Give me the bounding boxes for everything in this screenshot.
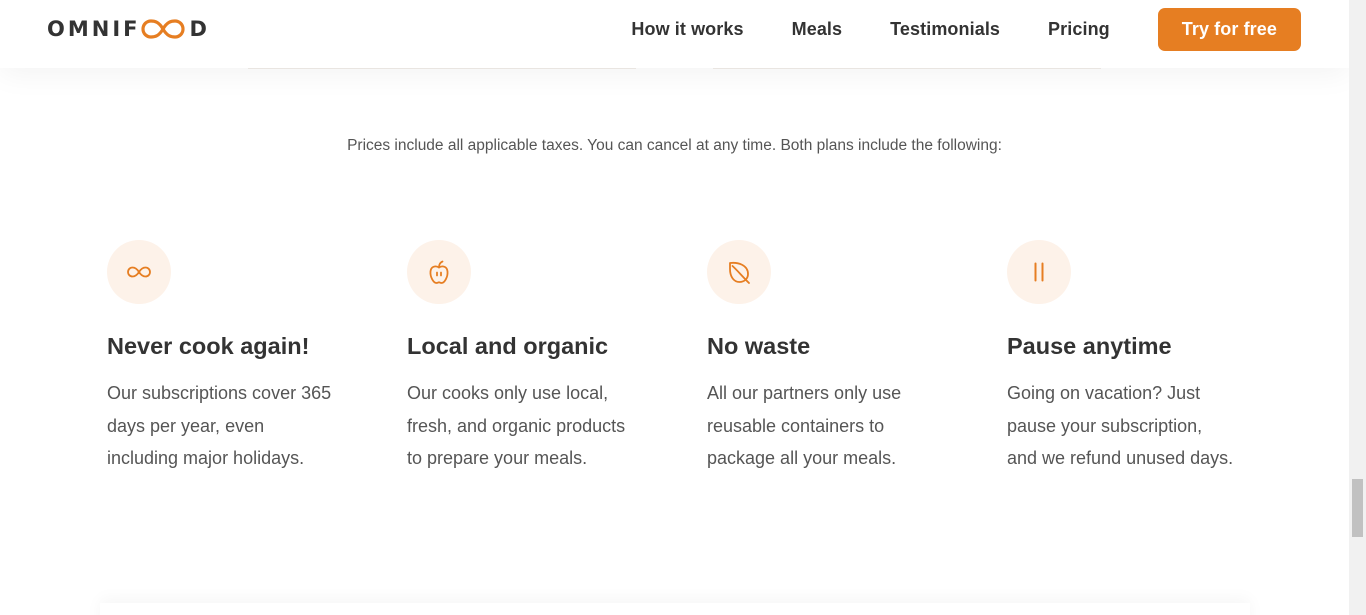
feature-never-cook: Never cook again! Our subscriptions cove…: [107, 240, 367, 475]
omnifood-logo[interactable]: OMNIF D: [47, 16, 210, 42]
feature-description-line: reusable containers to: [707, 415, 885, 436]
feature-icon-badge: [707, 240, 771, 304]
apple-icon: [429, 260, 449, 284]
feature-title: Pause anytime: [1007, 333, 1172, 359]
feature-description-line: and we refund unused days.: [1007, 448, 1234, 468]
feature-description-line: Our cooks only use local,: [407, 383, 609, 403]
feature-pause-anytime: Pause anytime Going on vacation? Just pa…: [1007, 240, 1267, 475]
feature-icon-badge: [407, 240, 471, 304]
nav-link-meals[interactable]: Meals: [792, 19, 843, 40]
feature-description-line: including major holidays.: [107, 448, 305, 468]
feature-description-line: to prepare your meals.: [407, 448, 588, 468]
try-for-free-button[interactable]: Try for free: [1157, 7, 1301, 51]
feature-description-line: package all your meals.: [707, 448, 897, 468]
feature-icon-badge: [1007, 240, 1071, 304]
plan-card-edge: [248, 68, 636, 69]
page: OMNIF D How it works Meals Testimonials …: [0, 0, 1366, 615]
feature-description: Our cooks only use local, fresh, and org…: [407, 377, 667, 475]
feature-local-organic: Local and organic Our cooks only use loc…: [407, 240, 667, 475]
feature-description-line: Going on vacation? Just: [1007, 383, 1201, 403]
plan-details-text: Prices include all applicable taxes. You…: [347, 136, 1002, 154]
page-scrollbar[interactable]: [1349, 0, 1366, 615]
main-nav: How it works Meals Testimonials Pricing …: [631, 7, 1301, 51]
scrollbar-thumb[interactable]: [1352, 479, 1363, 537]
feature-no-waste: No waste All our partners only use reusa…: [707, 240, 967, 475]
logo-text-left: OMNIF: [47, 17, 141, 41]
feature-description-line: days per year, even: [107, 415, 265, 436]
plan-card-edge: [713, 68, 1101, 69]
features-grid: Never cook again! Our subscriptions cove…: [107, 240, 1307, 475]
feature-description-line: fresh, and organic products: [407, 415, 626, 436]
nav-link-pricing[interactable]: Pricing: [1048, 19, 1110, 40]
feature-description: All our partners only use reusable conta…: [707, 377, 967, 475]
feature-description-line: pause your subscription,: [1007, 415, 1203, 436]
next-section-edge: [100, 603, 1250, 615]
pause-icon: [1034, 262, 1044, 282]
nav-link-how-it-works[interactable]: How it works: [631, 19, 743, 40]
infinity-icon: [127, 266, 151, 278]
nav-link-testimonials[interactable]: Testimonials: [890, 19, 1000, 40]
feature-icon-badge: [107, 240, 171, 304]
sticky-header: OMNIF D How it works Meals Testimonials …: [0, 0, 1349, 68]
logo-text-right: D: [189, 17, 210, 41]
feature-description: Going on vacation? Just pause your subsc…: [1007, 377, 1267, 475]
feature-description: Our subscriptions cover 365 days per yea…: [107, 377, 367, 475]
feature-title: Never cook again!: [107, 333, 310, 359]
logo-infinity-icon: [141, 19, 186, 39]
feature-description-line: Our subscriptions cover 365: [107, 383, 332, 403]
feature-title: No waste: [707, 333, 811, 359]
feature-title: Local and organic: [407, 333, 609, 359]
feature-description-line: All our partners only use: [707, 383, 902, 403]
leaf-icon: [729, 261, 750, 284]
